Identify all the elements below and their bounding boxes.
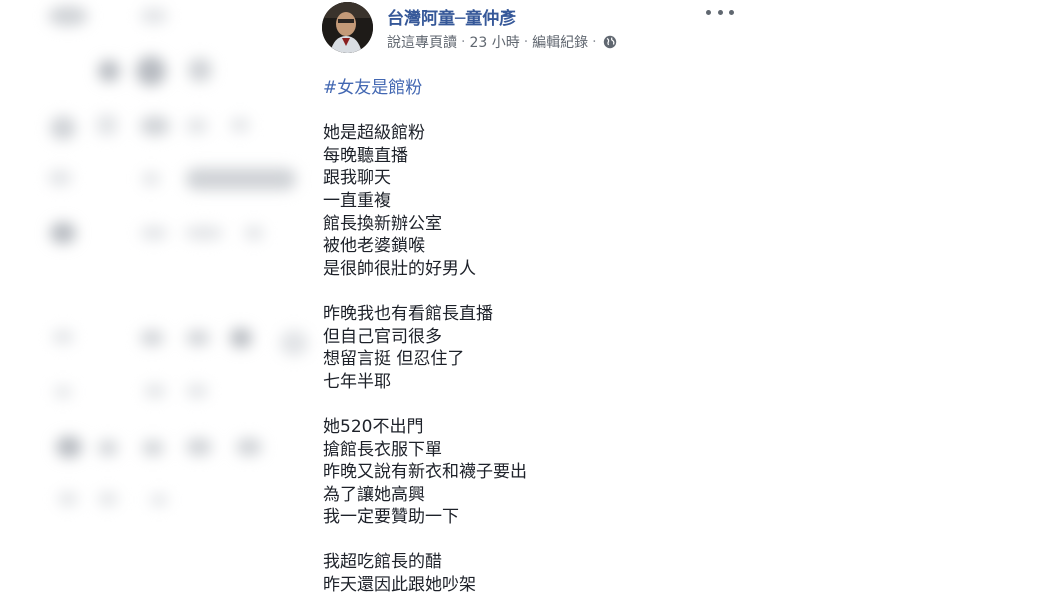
stanza-2: 昨晚我也有看館長直播 但自己官司很多 想留言挺 但忍住了 七年半耶 [323,303,743,393]
facebook-post-screenshot: 台灣阿童─童仲彥 說這專頁讀 · 23 小時 · 編輯紀錄 · #女友是館粉 她… [0,0,1060,596]
post-text-line: 昨天還因此跟她吵架 [323,575,476,596]
meta-separator: · [523,34,529,50]
stanza-1: 她是超級館粉 每晚聽直播 跟我聊天 一直重複 館長換新辦公室 被他老婆鎖喉 是很… [323,122,743,280]
stanza-4: 我超吃館長的醋 昨天還因此跟她吵架 [323,551,743,596]
post-text-line: 跟我聊天 [323,168,391,189]
post-text-line: 館長換新辦公室 [323,213,442,234]
post-text-line: 她520不出門 [323,416,424,437]
globe-icon[interactable] [603,35,617,49]
author-name-link[interactable]: 台灣阿童─童仲彥 [387,4,516,29]
post-timestamp[interactable]: 23 小時 [469,32,519,52]
blurred-background [0,0,330,596]
say-link[interactable]: 說這專頁讀 [387,32,457,52]
post-text-line: 搶館長衣服下單 [323,439,442,460]
meta-separator: · [592,34,597,50]
edit-history-link[interactable]: 編輯紀錄 [532,32,588,52]
post-text-line: 七年半耶 [323,371,391,392]
post-text-line: 我一定要贊助一下 [323,507,459,528]
post-text-line: 每晚聽直播 [323,145,408,166]
meta-separator: · [461,34,466,50]
post-text-line: 她是超級館粉 [323,123,425,144]
post-text-line: 我超吃館長的醋 [323,552,442,573]
post-text-line: 想留言挺 但忍住了 [323,349,465,370]
post-text-line: 但自己官司很多 [323,326,442,347]
post-meta: 說這專頁讀 · 23 小時 · 編輯紀錄 · [387,32,617,52]
post-text-line: 一直重複 [323,190,391,211]
more-options-icon[interactable] [706,4,734,20]
author-avatar[interactable] [322,2,373,53]
post-text-line: 被他老婆鎖喉 [323,236,425,257]
post-text-line: 為了讓她高興 [323,484,425,505]
hashtag-link[interactable]: #女友是館粉 [323,77,743,100]
post-text-line: 是很帥很壯的好男人 [323,258,476,279]
post-body: #女友是館粉 她是超級館粉 每晚聽直播 跟我聊天 一直重複 館長換新辦公室 被他… [323,77,743,596]
stanza-3: 她520不出門 搶館長衣服下單 昨晚又說有新衣和襪子要出 為了讓她高興 我一定要… [323,416,743,529]
post-text-line: 昨晚又說有新衣和襪子要出 [323,462,527,483]
post-text-line: 昨晚我也有看館長直播 [323,303,493,324]
